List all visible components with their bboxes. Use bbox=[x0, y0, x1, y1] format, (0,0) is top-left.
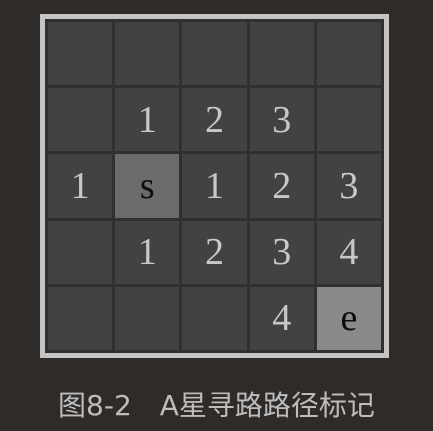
grid-cell bbox=[316, 88, 381, 152]
grid-cell bbox=[48, 286, 113, 350]
grid-cell bbox=[48, 220, 113, 284]
grid-cell bbox=[115, 286, 180, 350]
grid-cell bbox=[182, 22, 247, 86]
step-cost-cell: 1 bbox=[182, 154, 247, 218]
step-cost-cell: 2 bbox=[249, 154, 314, 218]
grid-cell bbox=[48, 22, 113, 86]
step-cost-cell: 3 bbox=[249, 88, 314, 152]
step-cost-cell: 4 bbox=[316, 220, 381, 284]
step-cost-cell: 3 bbox=[249, 220, 314, 284]
grid-cell bbox=[316, 22, 381, 86]
end-cell: e bbox=[316, 286, 381, 350]
grid-cell bbox=[249, 22, 314, 86]
step-cost-cell: 2 bbox=[182, 220, 247, 284]
start-cell: s bbox=[115, 154, 180, 218]
step-cost-cell: 1 bbox=[115, 88, 180, 152]
step-cost-cell: 4 bbox=[249, 286, 314, 350]
step-cost-cell: 1 bbox=[48, 154, 113, 218]
grid-board: 1231s12312344e bbox=[40, 14, 389, 358]
grid-cell bbox=[48, 88, 113, 152]
grid-cell bbox=[182, 286, 247, 350]
figure: 1231s12312344e 图8-2 A星寻路路径标记 bbox=[0, 0, 433, 431]
step-cost-cell: 3 bbox=[316, 154, 381, 218]
grid-cell bbox=[115, 22, 180, 86]
step-cost-cell: 1 bbox=[115, 220, 180, 284]
figure-caption: 图8-2 A星寻路路径标记 bbox=[58, 389, 375, 422]
pathfinding-grid: 1231s12312344e bbox=[45, 19, 384, 353]
step-cost-cell: 2 bbox=[182, 88, 247, 152]
